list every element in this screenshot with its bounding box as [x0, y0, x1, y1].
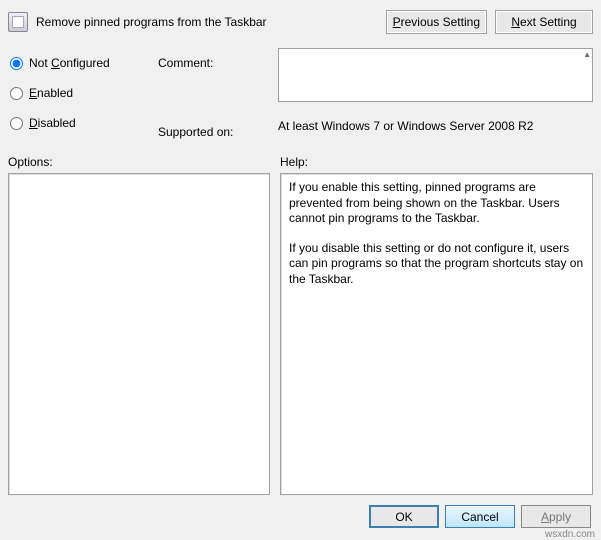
policy-icon: [8, 12, 28, 32]
next-setting-button[interactable]: Next Setting: [495, 10, 593, 34]
supported-on-value: At least Windows 7 or Windows Server 200…: [278, 117, 593, 133]
state-disabled[interactable]: Disabled: [8, 108, 158, 138]
state-disabled-radio[interactable]: [10, 117, 23, 130]
state-not-configured-radio[interactable]: [10, 57, 23, 70]
header-bar: Remove pinned programs from the Taskbar …: [8, 8, 593, 42]
state-enabled-radio[interactable]: [10, 87, 23, 100]
options-label: Options:: [8, 155, 270, 169]
help-panel: If you enable this setting, pinned progr…: [280, 173, 593, 495]
ok-button[interactable]: OK: [369, 505, 439, 528]
group-policy-setting-dialog: Remove pinned programs from the Taskbar …: [0, 0, 601, 540]
supported-on-label: Supported on:: [158, 121, 278, 139]
help-paragraph-1: If you enable this setting, pinned progr…: [289, 180, 584, 227]
help-text: If you enable this setting, pinned progr…: [281, 174, 592, 308]
state-options: Not Configured Enabled Disabled: [8, 48, 158, 138]
help-paragraph-2: If you disable this setting or do not co…: [289, 241, 584, 288]
comment-label: Comment:: [158, 52, 278, 70]
settings-middle: Not Configured Enabled Disabled Comment:: [8, 42, 593, 141]
sections: Options: Help: If you enable this settin…: [8, 155, 593, 495]
previous-setting-button[interactable]: Previous Setting: [386, 10, 487, 34]
next-label-rest: ext Setting: [520, 15, 577, 29]
policy-title: Remove pinned programs from the Taskbar: [36, 15, 386, 29]
apply-button[interactable]: Apply: [521, 505, 591, 528]
help-label: Help:: [280, 155, 593, 169]
cancel-button[interactable]: Cancel: [445, 505, 515, 528]
nav-buttons: Previous Setting Next Setting: [386, 10, 593, 34]
button-bar: OK Cancel Apply: [8, 495, 593, 532]
state-enabled[interactable]: Enabled: [8, 78, 158, 108]
comment-input[interactable]: [278, 48, 593, 102]
options-panel: [8, 173, 270, 495]
state-not-configured[interactable]: Not Configured: [8, 48, 158, 78]
prev-label-rest: revious Setting: [401, 15, 480, 29]
